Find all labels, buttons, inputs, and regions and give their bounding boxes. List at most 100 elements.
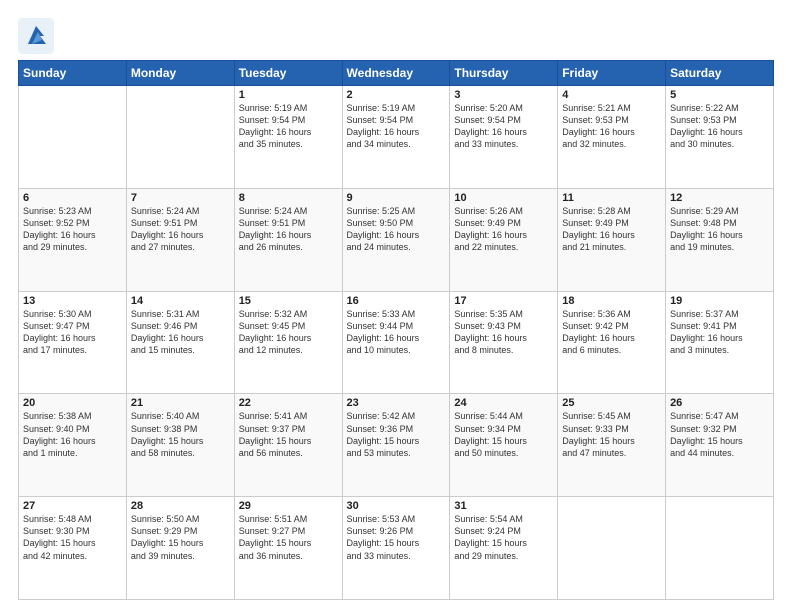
calendar-cell: 23Sunrise: 5:42 AM Sunset: 9:36 PM Dayli… bbox=[342, 394, 450, 497]
day-number: 9 bbox=[347, 192, 446, 204]
day-number: 20 bbox=[23, 397, 122, 409]
calendar-cell: 28Sunrise: 5:50 AM Sunset: 9:29 PM Dayli… bbox=[126, 497, 234, 600]
day-info: Sunrise: 5:50 AM Sunset: 9:29 PM Dayligh… bbox=[131, 513, 230, 562]
day-header-tuesday: Tuesday bbox=[234, 61, 342, 86]
calendar-cell bbox=[558, 497, 666, 600]
day-info: Sunrise: 5:41 AM Sunset: 9:37 PM Dayligh… bbox=[239, 410, 338, 459]
calendar-cell: 12Sunrise: 5:29 AM Sunset: 9:48 PM Dayli… bbox=[666, 188, 774, 291]
day-number: 3 bbox=[454, 89, 553, 101]
day-info: Sunrise: 5:20 AM Sunset: 9:54 PM Dayligh… bbox=[454, 102, 553, 151]
calendar-cell: 30Sunrise: 5:53 AM Sunset: 9:26 PM Dayli… bbox=[342, 497, 450, 600]
calendar-cell bbox=[666, 497, 774, 600]
calendar-cell: 4Sunrise: 5:21 AM Sunset: 9:53 PM Daylig… bbox=[558, 86, 666, 189]
day-info: Sunrise: 5:25 AM Sunset: 9:50 PM Dayligh… bbox=[347, 205, 446, 254]
day-header-thursday: Thursday bbox=[450, 61, 558, 86]
day-info: Sunrise: 5:24 AM Sunset: 9:51 PM Dayligh… bbox=[131, 205, 230, 254]
week-row-2: 6Sunrise: 5:23 AM Sunset: 9:52 PM Daylig… bbox=[19, 188, 774, 291]
calendar-cell: 24Sunrise: 5:44 AM Sunset: 9:34 PM Dayli… bbox=[450, 394, 558, 497]
day-header-wednesday: Wednesday bbox=[342, 61, 450, 86]
calendar-cell: 15Sunrise: 5:32 AM Sunset: 9:45 PM Dayli… bbox=[234, 291, 342, 394]
day-info: Sunrise: 5:36 AM Sunset: 9:42 PM Dayligh… bbox=[562, 308, 661, 357]
day-info: Sunrise: 5:54 AM Sunset: 9:24 PM Dayligh… bbox=[454, 513, 553, 562]
day-info: Sunrise: 5:26 AM Sunset: 9:49 PM Dayligh… bbox=[454, 205, 553, 254]
day-number: 18 bbox=[562, 295, 661, 307]
day-number: 7 bbox=[131, 192, 230, 204]
calendar-cell bbox=[126, 86, 234, 189]
day-info: Sunrise: 5:30 AM Sunset: 9:47 PM Dayligh… bbox=[23, 308, 122, 357]
page: SundayMondayTuesdayWednesdayThursdayFrid… bbox=[0, 0, 792, 612]
calendar-cell: 6Sunrise: 5:23 AM Sunset: 9:52 PM Daylig… bbox=[19, 188, 127, 291]
day-number: 17 bbox=[454, 295, 553, 307]
day-number: 4 bbox=[562, 89, 661, 101]
calendar-cell: 31Sunrise: 5:54 AM Sunset: 9:24 PM Dayli… bbox=[450, 497, 558, 600]
day-number: 1 bbox=[239, 89, 338, 101]
day-number: 30 bbox=[347, 500, 446, 512]
calendar-cell: 21Sunrise: 5:40 AM Sunset: 9:38 PM Dayli… bbox=[126, 394, 234, 497]
day-header-saturday: Saturday bbox=[666, 61, 774, 86]
calendar-cell: 25Sunrise: 5:45 AM Sunset: 9:33 PM Dayli… bbox=[558, 394, 666, 497]
day-info: Sunrise: 5:40 AM Sunset: 9:38 PM Dayligh… bbox=[131, 410, 230, 459]
calendar-cell: 11Sunrise: 5:28 AM Sunset: 9:49 PM Dayli… bbox=[558, 188, 666, 291]
day-info: Sunrise: 5:45 AM Sunset: 9:33 PM Dayligh… bbox=[562, 410, 661, 459]
day-info: Sunrise: 5:21 AM Sunset: 9:53 PM Dayligh… bbox=[562, 102, 661, 151]
day-number: 8 bbox=[239, 192, 338, 204]
calendar-cell: 18Sunrise: 5:36 AM Sunset: 9:42 PM Dayli… bbox=[558, 291, 666, 394]
day-info: Sunrise: 5:19 AM Sunset: 9:54 PM Dayligh… bbox=[347, 102, 446, 151]
day-number: 10 bbox=[454, 192, 553, 204]
day-info: Sunrise: 5:44 AM Sunset: 9:34 PM Dayligh… bbox=[454, 410, 553, 459]
calendar-cell: 3Sunrise: 5:20 AM Sunset: 9:54 PM Daylig… bbox=[450, 86, 558, 189]
calendar-cell: 13Sunrise: 5:30 AM Sunset: 9:47 PM Dayli… bbox=[19, 291, 127, 394]
calendar-cell: 19Sunrise: 5:37 AM Sunset: 9:41 PM Dayli… bbox=[666, 291, 774, 394]
day-info: Sunrise: 5:48 AM Sunset: 9:30 PM Dayligh… bbox=[23, 513, 122, 562]
day-number: 19 bbox=[670, 295, 769, 307]
day-info: Sunrise: 5:51 AM Sunset: 9:27 PM Dayligh… bbox=[239, 513, 338, 562]
day-info: Sunrise: 5:19 AM Sunset: 9:54 PM Dayligh… bbox=[239, 102, 338, 151]
calendar-cell: 5Sunrise: 5:22 AM Sunset: 9:53 PM Daylig… bbox=[666, 86, 774, 189]
day-info: Sunrise: 5:35 AM Sunset: 9:43 PM Dayligh… bbox=[454, 308, 553, 357]
calendar-cell: 14Sunrise: 5:31 AM Sunset: 9:46 PM Dayli… bbox=[126, 291, 234, 394]
day-info: Sunrise: 5:47 AM Sunset: 9:32 PM Dayligh… bbox=[670, 410, 769, 459]
calendar-cell: 27Sunrise: 5:48 AM Sunset: 9:30 PM Dayli… bbox=[19, 497, 127, 600]
calendar-cell: 22Sunrise: 5:41 AM Sunset: 9:37 PM Dayli… bbox=[234, 394, 342, 497]
week-row-1: 1Sunrise: 5:19 AM Sunset: 9:54 PM Daylig… bbox=[19, 86, 774, 189]
calendar-cell: 26Sunrise: 5:47 AM Sunset: 9:32 PM Dayli… bbox=[666, 394, 774, 497]
day-info: Sunrise: 5:29 AM Sunset: 9:48 PM Dayligh… bbox=[670, 205, 769, 254]
logo bbox=[18, 18, 54, 50]
day-number: 21 bbox=[131, 397, 230, 409]
day-header-sunday: Sunday bbox=[19, 61, 127, 86]
week-row-4: 20Sunrise: 5:38 AM Sunset: 9:40 PM Dayli… bbox=[19, 394, 774, 497]
calendar-cell: 7Sunrise: 5:24 AM Sunset: 9:51 PM Daylig… bbox=[126, 188, 234, 291]
day-number: 28 bbox=[131, 500, 230, 512]
calendar-cell bbox=[19, 86, 127, 189]
day-number: 14 bbox=[131, 295, 230, 307]
day-number: 15 bbox=[239, 295, 338, 307]
day-info: Sunrise: 5:24 AM Sunset: 9:51 PM Dayligh… bbox=[239, 205, 338, 254]
logo-icon bbox=[18, 18, 50, 50]
day-number: 11 bbox=[562, 192, 661, 204]
calendar-cell: 10Sunrise: 5:26 AM Sunset: 9:49 PM Dayli… bbox=[450, 188, 558, 291]
day-info: Sunrise: 5:33 AM Sunset: 9:44 PM Dayligh… bbox=[347, 308, 446, 357]
day-number: 29 bbox=[239, 500, 338, 512]
day-info: Sunrise: 5:23 AM Sunset: 9:52 PM Dayligh… bbox=[23, 205, 122, 254]
calendar-cell: 2Sunrise: 5:19 AM Sunset: 9:54 PM Daylig… bbox=[342, 86, 450, 189]
day-info: Sunrise: 5:32 AM Sunset: 9:45 PM Dayligh… bbox=[239, 308, 338, 357]
calendar-cell: 9Sunrise: 5:25 AM Sunset: 9:50 PM Daylig… bbox=[342, 188, 450, 291]
day-number: 23 bbox=[347, 397, 446, 409]
calendar-cell: 17Sunrise: 5:35 AM Sunset: 9:43 PM Dayli… bbox=[450, 291, 558, 394]
day-number: 16 bbox=[347, 295, 446, 307]
day-number: 24 bbox=[454, 397, 553, 409]
day-info: Sunrise: 5:37 AM Sunset: 9:41 PM Dayligh… bbox=[670, 308, 769, 357]
day-info: Sunrise: 5:42 AM Sunset: 9:36 PM Dayligh… bbox=[347, 410, 446, 459]
day-number: 12 bbox=[670, 192, 769, 204]
week-row-5: 27Sunrise: 5:48 AM Sunset: 9:30 PM Dayli… bbox=[19, 497, 774, 600]
day-number: 2 bbox=[347, 89, 446, 101]
calendar-header-row: SundayMondayTuesdayWednesdayThursdayFrid… bbox=[19, 61, 774, 86]
day-number: 5 bbox=[670, 89, 769, 101]
day-number: 22 bbox=[239, 397, 338, 409]
day-number: 27 bbox=[23, 500, 122, 512]
day-info: Sunrise: 5:53 AM Sunset: 9:26 PM Dayligh… bbox=[347, 513, 446, 562]
day-info: Sunrise: 5:38 AM Sunset: 9:40 PM Dayligh… bbox=[23, 410, 122, 459]
day-number: 6 bbox=[23, 192, 122, 204]
calendar-cell: 20Sunrise: 5:38 AM Sunset: 9:40 PM Dayli… bbox=[19, 394, 127, 497]
calendar-cell: 1Sunrise: 5:19 AM Sunset: 9:54 PM Daylig… bbox=[234, 86, 342, 189]
